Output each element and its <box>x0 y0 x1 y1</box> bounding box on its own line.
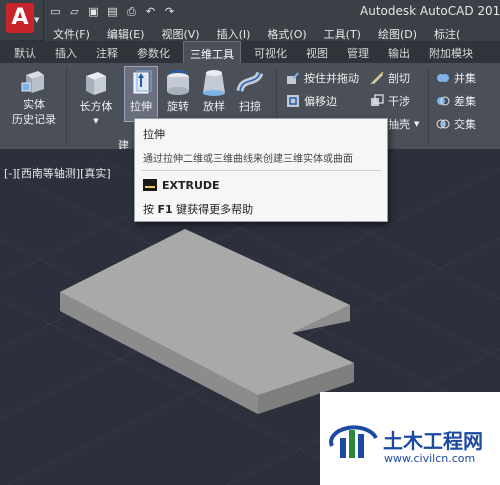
presspull-icon <box>287 72 299 84</box>
tooltip-help-suffix: 键获得更多帮助 <box>172 203 254 216</box>
print-icon[interactable]: ⎙ <box>124 5 139 19</box>
menu-bar: 文件(F) 编辑(E) 视图(V) 插入(I) 格式(O) 工具(T) 绘图(D… <box>44 24 500 41</box>
ribbon-tab-bar: 默认 插入 注释 参数化 三维工具 可视化 视图 管理 输出 附加模块 <box>0 41 500 63</box>
viewport-controls-label[interactable]: [-][西南等轴测][真实] <box>4 165 111 181</box>
interfere-button[interactable]: 干涉 <box>370 92 410 110</box>
loft-icon <box>203 70 225 96</box>
sweep-icon <box>236 71 264 92</box>
box-label: 长方体 <box>79 100 113 113</box>
watermark-url: www.civilcn.com <box>384 452 476 465</box>
subtract-icon <box>437 96 450 106</box>
box-icon <box>86 72 106 95</box>
watermark-text: 土木工程网 <box>383 429 483 453</box>
menu-file[interactable]: 文件(F) <box>44 24 90 41</box>
tab-insert[interactable]: 插入 <box>49 41 83 63</box>
box-button[interactable]: 长方体 ▼ <box>76 67 116 129</box>
presspull-label: 按住并拖动 <box>304 72 359 85</box>
slice-icon <box>370 71 384 85</box>
menu-tools[interactable]: 工具(T) <box>315 24 361 41</box>
intersect-button[interactable]: 交集 <box>436 115 476 133</box>
union-icon <box>437 74 449 82</box>
watermark: 土木工程网 www.civilcn.com <box>320 392 500 485</box>
tab-view[interactable]: 视图 <box>300 41 334 63</box>
quick-access-toolbar: ▭ ▱ ▣ ▤ ⎙ ↶ ↷ <box>48 4 177 20</box>
offset-edge-label: 偏移边 <box>304 95 337 108</box>
tooltip-help-prefix: 按 <box>143 203 158 216</box>
union-label: 并集 <box>454 72 476 85</box>
tooltip-help-key: F1 <box>157 203 173 216</box>
slice-label: 剖切 <box>388 72 410 85</box>
tooltip-title: 拉伸 <box>143 128 165 141</box>
solid-history-label-1: 实体 <box>23 98 45 111</box>
tab-annotate[interactable]: 注释 <box>90 41 124 63</box>
menu-insert[interactable]: 插入(I) <box>208 24 251 41</box>
subtract-label: 差集 <box>454 95 476 108</box>
tooltip-command: EXTRUDE <box>162 179 220 192</box>
menu-edit[interactable]: 编辑(E) <box>98 24 145 41</box>
menu-view[interactable]: 视图(V) <box>152 24 199 41</box>
union-button[interactable]: 并集 <box>436 69 476 87</box>
shell-label: 抽壳 <box>388 118 410 131</box>
redo-icon[interactable]: ↷ <box>162 5 177 19</box>
extrude-label: 拉伸 <box>130 100 152 113</box>
revolve-icon <box>167 70 189 95</box>
solid-history-label-2: 历史记录 <box>12 113 56 126</box>
command-line-icon <box>143 179 157 191</box>
tab-output[interactable]: 输出 <box>382 41 416 63</box>
watermark-logo-icon <box>329 425 378 458</box>
offset-edge-button[interactable]: 偏移边 <box>286 92 337 110</box>
tooltip-divider <box>141 170 381 171</box>
extruded-solid[interactable] <box>60 229 354 414</box>
tab-3d-tools[interactable]: 三维工具 <box>183 41 241 63</box>
sweep-label: 扫掠 <box>239 100 261 113</box>
menu-format[interactable]: 格式(O) <box>258 24 306 41</box>
saveas-icon[interactable]: ▤ <box>105 5 120 19</box>
intersect-label: 交集 <box>454 118 476 131</box>
loft-label: 放样 <box>203 100 225 113</box>
extrude-tooltip: 拉伸 通过拉伸二维或三维曲线来创建三维实体或曲面 EXTRUDE 按 F1 键获… <box>134 118 388 222</box>
tooltip-help: 按 F1 键获得更多帮助 <box>143 201 253 217</box>
solid-history-icon <box>21 71 44 93</box>
autocad-logo-icon: A <box>6 3 34 33</box>
tab-addins[interactable]: 附加模块 <box>423 41 479 63</box>
intersect-icon <box>436 119 450 129</box>
subtract-button[interactable]: 差集 <box>436 92 476 110</box>
chevron-down-icon: ▼ <box>34 16 40 24</box>
interfere-label: 干涉 <box>388 95 410 108</box>
offset-edge-icon <box>287 95 299 107</box>
save-icon[interactable]: ▣ <box>86 5 101 19</box>
app-title: Autodesk AutoCAD 2018 <box>360 4 500 18</box>
undo-icon[interactable]: ↶ <box>143 5 158 19</box>
chevron-down-icon: ▼ <box>93 117 99 125</box>
sweep-button[interactable]: 扫掠 <box>234 67 266 114</box>
tab-parametric[interactable]: 参数化 <box>131 41 176 63</box>
ribbon-separator <box>428 67 429 143</box>
tab-manage[interactable]: 管理 <box>341 41 375 63</box>
slice-button[interactable]: 剖切 <box>370 69 410 87</box>
revolve-label: 旋转 <box>167 100 189 113</box>
extrude-icon <box>133 70 152 94</box>
new-icon[interactable]: ▭ <box>48 5 63 19</box>
revolve-button[interactable]: 旋转 <box>162 67 194 114</box>
ribbon-separator <box>66 67 67 143</box>
chevron-down-icon: ▼ <box>414 120 420 128</box>
application-menu-button[interactable]: A ▼ <box>0 0 44 40</box>
menu-dimension[interactable]: 标注( <box>425 24 460 41</box>
solid-history-button[interactable]: 实体 历史记录 <box>8 67 60 127</box>
menu-draw[interactable]: 绘图(D) <box>369 24 417 41</box>
tab-default[interactable]: 默认 <box>8 41 42 63</box>
open-icon[interactable]: ▱ <box>67 5 82 19</box>
tooltip-description: 通过拉伸二维或三维曲线来创建三维实体或曲面 <box>143 154 353 165</box>
tab-visualize[interactable]: 可视化 <box>248 41 293 63</box>
extrude-button[interactable]: 拉伸 <box>124 66 158 122</box>
presspull-button[interactable]: 按住并拖动 <box>286 69 359 87</box>
title-bar: ▭ ▱ ▣ ▤ ⎙ ↶ ↷ Autodesk AutoCAD 2018 <box>0 0 500 24</box>
loft-button[interactable]: 放样 <box>198 67 230 114</box>
interfere-icon <box>371 94 384 106</box>
